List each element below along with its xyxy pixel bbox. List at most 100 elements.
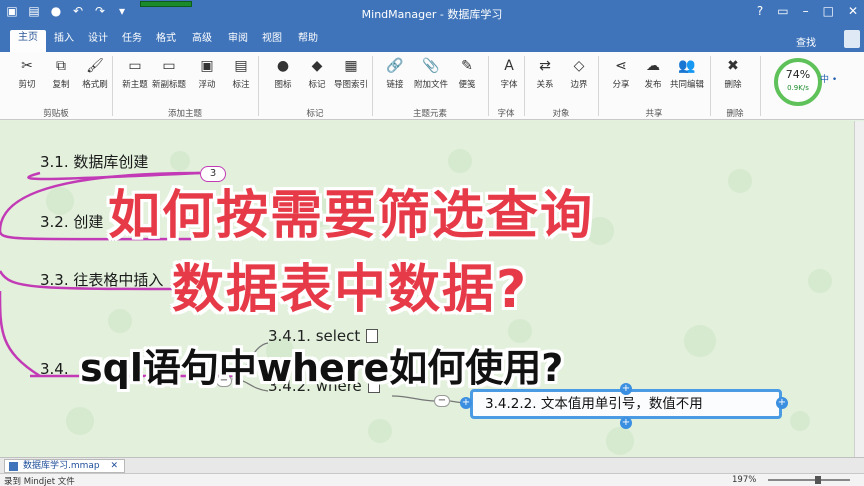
ribbon-button-4[interactable]: ▭ 新副标题 [152,56,186,90]
ribbon-button-7[interactable]: ● 图标 [266,56,300,90]
ribbon-button-0[interactable]: ✂ 剪切 [10,56,44,90]
share-icon: ⋖ [615,58,627,74]
close-tab-icon[interactable]: ✕ [111,461,119,471]
ribbon-button-label: 字体 [500,80,518,90]
font-icon: A [504,58,514,74]
ribbon-button-1[interactable]: ⧉ 复制 [44,56,78,90]
minimize-icon[interactable]: – [803,4,809,18]
ribbon-button-label: 发布 [644,80,662,90]
zoom-level: 197% [732,475,757,485]
new-subtopic-icon: ▭ [162,58,176,74]
ribbon-panel: ✂ 剪切 ⧉ 复制 🖌 格式刷 ▭ 新主题 ▭ 新副标题 ▣ 浮动 ▤ 标注 ● 图标 ◆ 标记 ▦ 导图索引 🔗 链接 📎… [0,52,864,120]
ribbon-button-9[interactable]: ▦ 导图索引 [334,56,368,90]
scissors-icon: ✂ [21,58,33,74]
add-topic-right-handle[interactable]: + [776,397,788,409]
overlay-headline-line1: 如何按需要筛选查询 [108,186,595,246]
ribbon-button-label: 图标 [274,80,292,90]
status-bar: 录到 Mindjet 文件 197% [0,473,864,486]
format-brush-icon: 🖌 [86,58,104,74]
icon-marker-icon: ● [276,58,290,74]
ribbon-button-3[interactable]: ▭ 新主题 [118,56,152,90]
ribbon-button-2[interactable]: 🖌 格式刷 [78,56,112,90]
ribbon-group-label-4: 字体 [497,109,515,119]
link-icon: 🔗 [386,58,404,74]
tab-5[interactable]: 高级 [184,31,220,52]
gauge-side-label: 中 • [820,75,838,85]
ribbon-button-11[interactable]: 📎 附加文件 [414,56,448,90]
vertical-scrollbar[interactable] [854,121,864,457]
ribbon-button-label: 新副标题 [152,80,187,90]
notes-icon: ✎ [461,58,473,74]
ribbon-tab-bar: 主页 插入 设计 任务 格式 高级 审阅 视图 帮助 查找 [0,26,864,52]
ribbon-button-label: 剪切 [18,80,36,90]
ribbon-group-separator [760,56,761,116]
tab-4[interactable]: 格式 [148,31,184,52]
maximize-icon[interactable]: □ [823,4,834,18]
relationship-icon: ⇄ [539,58,551,74]
ribbon-button-8[interactable]: ◆ 标记 [300,56,334,90]
boundary-icon: ◇ [573,58,585,74]
add-topic-top-handle[interactable]: + [620,383,632,395]
user-avatar-icon[interactable] [844,30,860,48]
ribbon-button-label: 标记 [308,80,326,90]
overlay-subhead: sql语句中where如何使用? [80,346,564,390]
topic-3-3[interactable]: 3.3. 往表格中插入 [40,269,163,290]
ribbon-button-label: 导图索引 [334,80,369,90]
ribbon-group-label-0: 剪贴板 [43,109,69,119]
ribbon-button-6[interactable]: ▤ 标注 [224,56,258,90]
ribbon-button-19[interactable]: ✖ 删除 [716,56,750,90]
ribbon-button-label: 新主题 [122,80,148,90]
ribbon-button-5[interactable]: ▣ 浮动 [190,56,224,90]
ribbon-button-14[interactable]: ⇄ 关系 [528,56,562,90]
ribbon-group-label-6: 共享 [645,109,663,119]
restore-ribbon-icon[interactable]: ▭ [777,4,788,18]
zoom-slider-knob[interactable] [815,476,821,484]
collapse-toggle-where[interactable]: − [434,395,450,407]
publish-icon: ☁ [646,58,660,74]
map-index-icon: ▦ [344,58,358,74]
coedit-icon: 👥 [678,58,696,74]
status-text: 录到 Mindjet 文件 [4,477,75,486]
ribbon-button-label: 便笺 [458,80,476,90]
copy-icon: ⧉ [56,58,66,74]
tag-icon: ◆ [311,58,323,74]
callout-icon: ▤ [234,58,248,74]
ribbon-button-10[interactable]: 🔗 链接 [378,56,412,90]
ribbon-button-label: 浮动 [198,80,216,90]
close-icon[interactable]: ✕ [848,4,858,18]
ribbon-button-label: 共同编辑 [670,80,705,90]
ribbon-button-label: 链接 [386,80,404,90]
add-topic-bottom-handle[interactable]: + [620,417,632,429]
zoom-slider[interactable] [768,476,850,484]
gauge-percent: 74% [785,68,811,81]
ribbon-button-18[interactable]: 👥 共同编辑 [670,56,704,90]
ribbon-button-16[interactable]: ⋖ 分享 [604,56,638,90]
topic-3-4[interactable]: 3.4. [40,360,69,378]
mindmap-canvas[interactable]: 3 3.1. 数据库创建 3.2. 创建 3.3. 往表格中插入 3.4. − … [0,121,864,457]
tab-0[interactable]: 主页 [10,30,46,52]
tab-8[interactable]: 帮助 [290,31,326,52]
ribbon-group-label-1: 添加主题 [167,109,202,119]
tab-3[interactable]: 任务 [114,31,150,52]
delete-icon: ✖ [727,58,739,74]
floating-topic-icon: ▣ [200,58,214,74]
new-topic-icon: ▭ [128,58,142,74]
tab-7[interactable]: 视图 [254,31,290,52]
ribbon-button-12[interactable]: ✎ 便笺 [450,56,484,90]
ribbon-button-13[interactable]: A 字体 [492,56,526,90]
ribbon-button-17[interactable]: ☁ 发布 [636,56,670,90]
network-speed-gauge: 74% 0.9K/s [774,58,822,106]
ribbon-button-label: 标注 [232,80,250,90]
overlay-headline-line2: 数据表中数据? [172,260,529,320]
help-icon[interactable]: ? [757,4,763,18]
tab-2[interactable]: 设计 [80,31,116,52]
ribbon-button-15[interactable]: ◇ 边界 [562,56,596,90]
add-topic-left-handle[interactable]: + [460,397,472,409]
topic-3-1[interactable]: 3.1. 数据库创建 [40,151,148,172]
title-bar: ▣ ▤ ● ↶ ↷ ▾ MindManager - 数据库学习 ? ▭ – □ … [0,0,864,26]
find-button[interactable]: 查找 [796,34,816,49]
document-tab[interactable]: 数据库学习.mmap ✕ [4,459,126,473]
tab-1[interactable]: 插入 [46,31,82,52]
tab-6[interactable]: 审阅 [220,31,256,52]
topic-3-2[interactable]: 3.2. 创建 [40,211,103,232]
